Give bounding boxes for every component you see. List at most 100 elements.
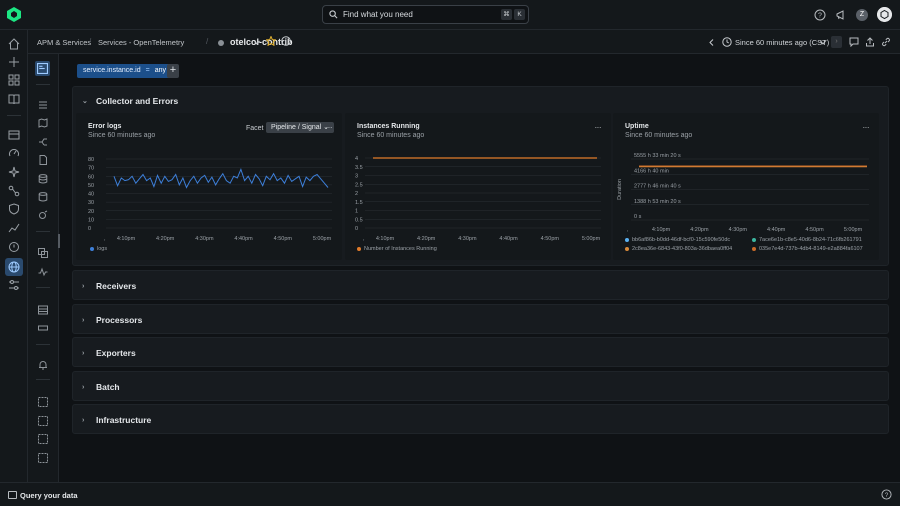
legend-item[interactable]: 2c8ea36e-6843-43f0-803a-36dbaea0ff04: [625, 246, 732, 252]
add-filter-button[interactable]: +: [167, 64, 179, 78]
info-icon[interactable]: [281, 36, 291, 46]
time-picker[interactable]: Since 60 minutes ago (CST): [735, 38, 829, 47]
legend-item[interactable]: logs: [90, 246, 107, 252]
y-tick-label: 0.5: [355, 217, 363, 223]
chevron-right-icon: ›: [82, 316, 85, 324]
section-processors[interactable]: › Processors: [72, 304, 889, 334]
x-origin-mark: ,: [363, 236, 365, 242]
home-icon[interactable]: [8, 38, 20, 50]
breadcrumb-services[interactable]: Services - OpenTelemetry: [98, 38, 184, 47]
star-icon[interactable]: [266, 36, 276, 46]
grid-icon[interactable]: [8, 74, 20, 86]
breadcrumb-apm[interactable]: APM & Services: [37, 38, 91, 47]
book-icon[interactable]: [8, 93, 20, 105]
x-tick-label: 4:30pm: [729, 227, 748, 233]
instances-running-card: Instances Running Since 60 minutes ago ·…: [345, 113, 611, 260]
shield-icon[interactable]: [8, 203, 20, 215]
filter-pill[interactable]: service.instance.id = any: [77, 64, 172, 78]
alert-icon[interactable]: [8, 241, 20, 253]
section-exporters[interactable]: › Exporters: [72, 337, 889, 367]
comment-icon[interactable]: [849, 37, 859, 47]
y-tick-label: 0 s: [634, 214, 642, 220]
y-tick-label: 2: [355, 191, 358, 197]
map-icon[interactable]: [38, 118, 48, 128]
y-tick-label: 3.5: [355, 165, 363, 171]
search-bar[interactable]: Find what you need ⌘ K: [322, 5, 529, 24]
section-header[interactable]: ⌄ Collector and Errors: [82, 96, 178, 106]
user-avatar[interactable]: Z: [856, 8, 868, 21]
query-icon[interactable]: [8, 491, 17, 499]
waveform-icon[interactable]: [38, 267, 48, 277]
global-nav: [0, 30, 28, 482]
error-logs-card: Error logs Since 60 minutes ago Facet Pi…: [76, 113, 342, 260]
plus-icon[interactable]: [8, 56, 20, 68]
section-title: Batch: [96, 382, 120, 392]
new-relic-logo-icon[interactable]: [7, 7, 21, 22]
document-icon[interactable]: [38, 155, 48, 165]
section-title: Collector and Errors: [96, 96, 179, 106]
y-tick-label: 0: [355, 226, 358, 232]
query-your-data-button[interactable]: Query your data: [20, 491, 78, 500]
frame-icon[interactable]: [38, 453, 48, 463]
trend-icon[interactable]: [8, 222, 20, 234]
database-icon[interactable]: [38, 174, 48, 184]
legend-item[interactable]: 035e7e4d-737b-4db4-8149-e2a884fa6107: [752, 246, 863, 252]
y-tick-label: 1388 h 53 min 20 s: [634, 199, 681, 205]
time-forward-button[interactable]: ›: [831, 36, 842, 48]
y-tick-label: 70: [88, 166, 94, 172]
search-icon: [329, 10, 338, 19]
x-tick-label: 4:40pm: [499, 236, 518, 242]
frame-icon[interactable]: [38, 397, 48, 407]
summary-nav-item[interactable]: [35, 61, 50, 76]
x-tick-label: 4:50pm: [805, 227, 824, 233]
section-title: Exporters: [96, 348, 136, 358]
legend-item[interactable]: 7ace6e1b-c8e5-40d6-8b24-71c6fb261791: [752, 237, 862, 243]
legend-label: 2c8ea36e-6843-43f0-803a-36dbaea0ff04: [632, 246, 733, 252]
health-status-dot: [218, 40, 224, 46]
table-icon[interactable]: [38, 305, 48, 315]
bell-icon[interactable]: [38, 360, 48, 370]
section-title: Infrastructure: [96, 415, 152, 425]
megaphone-icon[interactable]: [835, 9, 847, 21]
x-origin-mark: ,: [627, 227, 629, 233]
section-infrastructure[interactable]: › Infrastructure: [72, 404, 889, 434]
kbd-cmd: ⌘: [501, 9, 512, 20]
help-icon[interactable]: ?: [881, 489, 892, 500]
y-tick-label: 30: [88, 200, 94, 206]
y-tick-label: 1.5: [355, 200, 363, 206]
workflow-icon[interactable]: [8, 185, 20, 197]
legend-item[interactable]: bb6af86b-b0dd-46df-bcf0-15c590fe50dc: [625, 237, 730, 243]
clock-icon: [722, 37, 732, 47]
server-icon[interactable]: [38, 323, 48, 333]
dashboard-icon[interactable]: [8, 129, 20, 141]
share-icon[interactable]: [865, 37, 875, 47]
sparkle-icon[interactable]: [8, 166, 20, 178]
chevron-down-icon[interactable]: [254, 40, 260, 45]
section-batch[interactable]: › Batch: [72, 371, 889, 401]
x-tick-label: 5:00pm: [844, 227, 863, 233]
database-icon[interactable]: [38, 192, 48, 202]
copy-icon[interactable]: [38, 248, 48, 258]
sliders-icon[interactable]: [8, 279, 20, 291]
y-tick-label: 2777 h 46 min 40 s: [634, 184, 681, 190]
breadcrumb-separator: /: [89, 37, 92, 46]
account-switcher-icon[interactable]: [877, 7, 892, 22]
section-receivers[interactable]: › Receivers: [72, 270, 889, 300]
gauge-icon[interactable]: [8, 147, 20, 159]
nav-resize-handle[interactable]: [58, 234, 60, 248]
help-icon[interactable]: ?: [814, 9, 826, 21]
legend-item[interactable]: Number of Instances Running: [357, 246, 437, 252]
globe-icon-active[interactable]: [5, 258, 23, 276]
y-tick-label: 4166 h 40 min: [634, 168, 669, 174]
list-icon[interactable]: [38, 100, 48, 110]
x-tick-label: 5:00pm: [313, 236, 332, 242]
bug-icon[interactable]: [38, 210, 48, 220]
frame-icon[interactable]: [38, 434, 48, 444]
flow-icon[interactable]: [38, 137, 48, 147]
chevron-left-icon[interactable]: [709, 39, 714, 46]
section-collector-errors: ⌄ Collector and Errors Error logs Since …: [72, 86, 889, 266]
link-icon[interactable]: [881, 37, 891, 47]
breadcrumb-bar: APM & Services / Services - OpenTelemetr…: [28, 30, 900, 54]
frame-icon[interactable]: [38, 416, 48, 426]
chevron-down-icon[interactable]: [820, 40, 826, 45]
